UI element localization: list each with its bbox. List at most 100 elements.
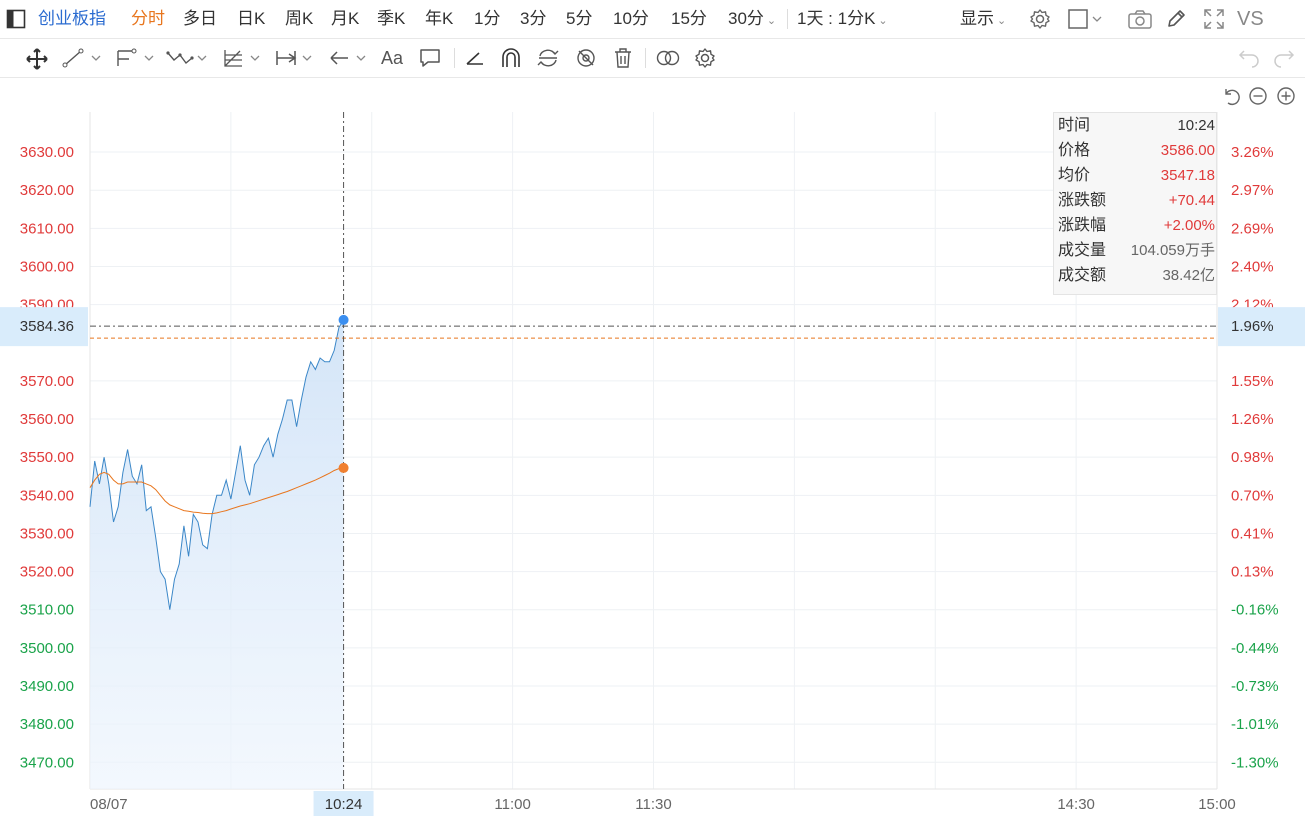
info-row-change: 涨跌额 +70.44 — [1054, 188, 1218, 213]
tab-week-k[interactable]: 周K — [285, 0, 313, 38]
divider — [645, 48, 646, 68]
trash-icon[interactable] — [612, 47, 634, 69]
tab-duori[interactable]: 多日 — [183, 0, 217, 38]
tab-3min[interactable]: 3分 — [520, 0, 546, 38]
chevron-down-icon: ⌄ — [878, 15, 888, 27]
display-label: 显示 — [960, 9, 994, 28]
y-tick-label: 3610.00 — [20, 220, 74, 237]
zoom-in-icon[interactable] — [1276, 86, 1296, 106]
info-value: +70.44 — [1168, 192, 1215, 209]
y-tick-label: 3490.00 — [20, 678, 74, 695]
y-tick-label: 3480.00 — [20, 716, 74, 733]
y-tick-label: 3630.00 — [20, 144, 74, 161]
info-value: 10:24 — [1177, 117, 1215, 134]
pencil-icon[interactable] — [1165, 8, 1187, 30]
drawing-toolbar: Aa — [0, 39, 1305, 78]
pct-tick-label: -1.01% — [1231, 716, 1279, 733]
chevron-down-icon: ⌄ — [997, 15, 1007, 27]
pct-tick-label: -0.73% — [1231, 678, 1279, 695]
info-row-turnover: 成交额 38.42亿 — [1054, 263, 1218, 288]
magnet-icon[interactable] — [499, 47, 523, 69]
y-tick-label: 3530.00 — [20, 525, 74, 542]
gear-icon[interactable] — [694, 47, 716, 69]
tab-month-k[interactable]: 月K — [331, 0, 359, 38]
x-tick-label: 11:30 — [635, 796, 671, 813]
channel-tool-icon[interactable] — [115, 48, 159, 68]
x-tick-label: 08/07 — [90, 796, 128, 813]
tab-30min-label: 30分 — [728, 9, 764, 28]
tab-15min[interactable]: 15分 — [671, 0, 707, 38]
x-tick-label: 15:00 — [1198, 796, 1236, 813]
price-area — [90, 319, 344, 789]
zoom-out-icon[interactable] — [1248, 86, 1268, 106]
avg-price-dot — [338, 462, 349, 473]
undo-icon[interactable] — [1238, 48, 1260, 68]
angle-tool-icon[interactable] — [464, 48, 486, 68]
y-tick-label: 3560.00 — [20, 411, 74, 428]
info-row-volume: 成交量 104.059万手 — [1054, 238, 1218, 263]
tab-5min[interactable]: 5分 — [566, 0, 592, 38]
chevron-down-icon: ⌄ — [766, 15, 777, 27]
info-label: 成交量 — [1058, 242, 1107, 259]
info-label: 价格 — [1058, 142, 1091, 159]
index-title[interactable]: 创业板指 — [38, 0, 106, 38]
fib-tool-icon[interactable] — [222, 47, 266, 69]
arrow-tool-icon[interactable] — [328, 48, 372, 68]
text-tool-icon[interactable]: Aa — [381, 39, 403, 77]
pct-tick-label: 3.26% — [1231, 144, 1274, 161]
info-value: 38.42亿 — [1162, 267, 1215, 284]
tab-30min[interactable]: 30分 ⌄ — [728, 0, 776, 38]
y-tick-label: 3570.00 — [20, 373, 74, 390]
line-tool-icon[interactable] — [62, 48, 106, 68]
tab-day-k[interactable]: 日K — [237, 0, 265, 38]
measure-tool-icon[interactable] — [274, 48, 318, 68]
info-value: 3586.00 — [1160, 142, 1215, 159]
redo-icon[interactable] — [1273, 48, 1295, 68]
info-label: 均价 — [1058, 167, 1091, 184]
reset-icon[interactable] — [1220, 86, 1240, 106]
info-value: +2.00% — [1163, 217, 1215, 234]
x-tick-label: 11:00 — [494, 796, 530, 813]
tab-quarter-k[interactable]: 季K — [377, 0, 405, 38]
pct-tick-label: 1.26% — [1231, 411, 1274, 428]
tab-10min[interactable]: 10分 — [613, 0, 649, 38]
camera-icon[interactable] — [1127, 8, 1153, 30]
settings-gear-icon[interactable] — [1029, 8, 1051, 30]
pct-tick-label: 1.55% — [1231, 373, 1274, 390]
fullscreen-icon[interactable] — [1203, 8, 1225, 30]
wave-tool-icon[interactable] — [166, 48, 212, 68]
tab-fenshi[interactable]: 分时 — [131, 0, 165, 38]
panel-toggle-icon[interactable] — [6, 9, 26, 29]
pct-tick-label: -1.30% — [1231, 754, 1279, 771]
vs-compare-button[interactable]: VS — [1237, 0, 1264, 38]
tab-year-k[interactable]: 年K — [425, 0, 453, 38]
display-select[interactable]: 显示 ⌄ — [960, 0, 1006, 38]
price-dot — [338, 314, 349, 325]
info-row-time: 时间 10:24 — [1054, 113, 1218, 138]
move-cross-icon[interactable] — [25, 47, 49, 71]
y-tick-label: 3470.00 — [20, 754, 74, 771]
top-bar: 创业板指 分时 多日 日K 周K 月K 季K 年K 1分 3分 5分 10分 1… — [0, 0, 1305, 39]
sync-icon[interactable] — [536, 47, 560, 69]
info-row-avg: 均价 3547.18 — [1054, 163, 1218, 188]
link-icon[interactable] — [655, 48, 681, 68]
y-tick-label: 3600.00 — [20, 258, 74, 275]
hide-eye-icon[interactable] — [574, 47, 598, 69]
info-value: 3547.18 — [1160, 167, 1215, 184]
period-select[interactable]: 1天 : 1分K ⌄ — [797, 0, 888, 38]
pct-tick-label: 0.70% — [1231, 487, 1274, 504]
y-tick-label: 3620.00 — [20, 182, 74, 199]
tooltip-info-box: 时间 10:24 价格 3586.00 均价 3547.18 涨跌额 +70.4… — [1053, 112, 1217, 295]
divider — [454, 48, 455, 68]
info-label: 涨跌额 — [1058, 192, 1107, 209]
pct-tick-label: 2.97% — [1231, 182, 1274, 199]
crosshair-price-label: 3584.36 — [20, 318, 74, 335]
info-value: 104.059万手 — [1130, 242, 1215, 259]
comment-tool-icon[interactable] — [419, 48, 441, 68]
y-tick-label: 3550.00 — [20, 449, 74, 466]
tab-1min[interactable]: 1分 — [474, 0, 500, 38]
crosshair-pct-label: 1.96% — [1231, 318, 1274, 335]
x-tick-label: 14:30 — [1057, 796, 1095, 813]
square-checkbox-icon[interactable] — [1067, 8, 1107, 30]
info-row-change-pct: 涨跌幅 +2.00% — [1054, 213, 1218, 238]
